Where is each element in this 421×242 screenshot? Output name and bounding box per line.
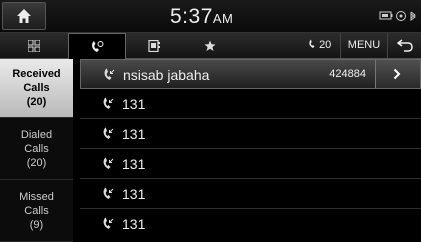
contact-name: 131 [122,186,146,202]
sidebar-item-dialed-calls[interactable]: Dialed Calls (20) [0,121,73,180]
contacts-icon [148,39,160,52]
tab-favorites[interactable] [182,33,238,58]
status-bar: 5:37AM [0,0,421,33]
tab-bar: 20 MENU [0,33,421,60]
tab-grid-menu[interactable] [0,33,68,58]
sidebar-item-count: (20) [26,157,47,169]
sidebar-item-label: Dialed [20,129,53,141]
status-icons [379,9,419,27]
call-list-item[interactable]: 131 [80,149,421,179]
tab-contacts[interactable] [126,33,182,58]
call-list-item[interactable]: nsisab jabaha 424884 [80,59,421,89]
battery-icon [379,11,393,20]
details-button[interactable] [375,60,420,88]
call-list-item[interactable]: 131 [80,179,421,209]
call-list-item[interactable]: 131 [80,209,421,239]
call-count-icon [309,39,315,48]
sidebar-item-label: Missed [19,191,54,203]
contact-number: 424884 [329,68,366,80]
sidebar-item-label: Received [12,68,61,80]
recent-calls-icon [92,41,104,52]
signal-icon [396,11,406,21]
contact-name: 131 [122,216,146,232]
received-call-icon [104,68,115,80]
call-list-item[interactable]: 131 [80,119,421,149]
sidebar-item-count: (20) [26,96,47,108]
sidebar-item-label: Calls [24,205,49,217]
clock-ampm: AM [212,11,234,26]
received-call-icon [103,187,114,199]
call-list-item[interactable]: 131 [80,89,421,119]
sidebar-item-label: Calls [24,143,49,155]
received-call-icon [103,157,114,169]
list-scrollbar[interactable] [73,59,80,242]
received-call-icon [103,217,114,229]
back-arrow-icon [397,39,413,52]
sidebar-item-missed-calls[interactable]: Missed Calls (9) [0,183,73,242]
call-count: 20 [308,39,331,51]
clock: 5:37AM [170,5,233,29]
call-list: nsisab jabaha 424884 131 131 131 131 131 [80,59,421,242]
contact-name: 131 [122,126,146,142]
favorites-star-icon [204,40,216,51]
contact-name: 131 [122,96,146,112]
bluetooth-icon [410,11,416,21]
home-button[interactable] [2,2,46,30]
sidebar-item-received-calls[interactable]: Received Calls (20) [0,59,73,118]
call-count-value: 20 [319,39,332,51]
received-call-icon [103,127,114,139]
menu-button[interactable]: MENU [340,33,388,58]
chevron-right-icon [393,68,401,80]
grid-menu-icon [28,39,40,52]
sidebar-item-count: (9) [29,219,44,231]
contact-name: nsisab jabaha [123,67,210,83]
contact-name: 131 [122,156,146,172]
call-type-sidebar: Received Calls (20) Dialed Calls (20) Mi… [0,59,73,242]
sidebar-item-label: Calls [23,82,50,94]
home-icon [17,9,31,23]
tab-recent-calls[interactable] [68,33,126,60]
back-button[interactable] [388,33,421,58]
received-call-icon [103,97,114,109]
clock-time: 5:37 [170,5,213,28]
